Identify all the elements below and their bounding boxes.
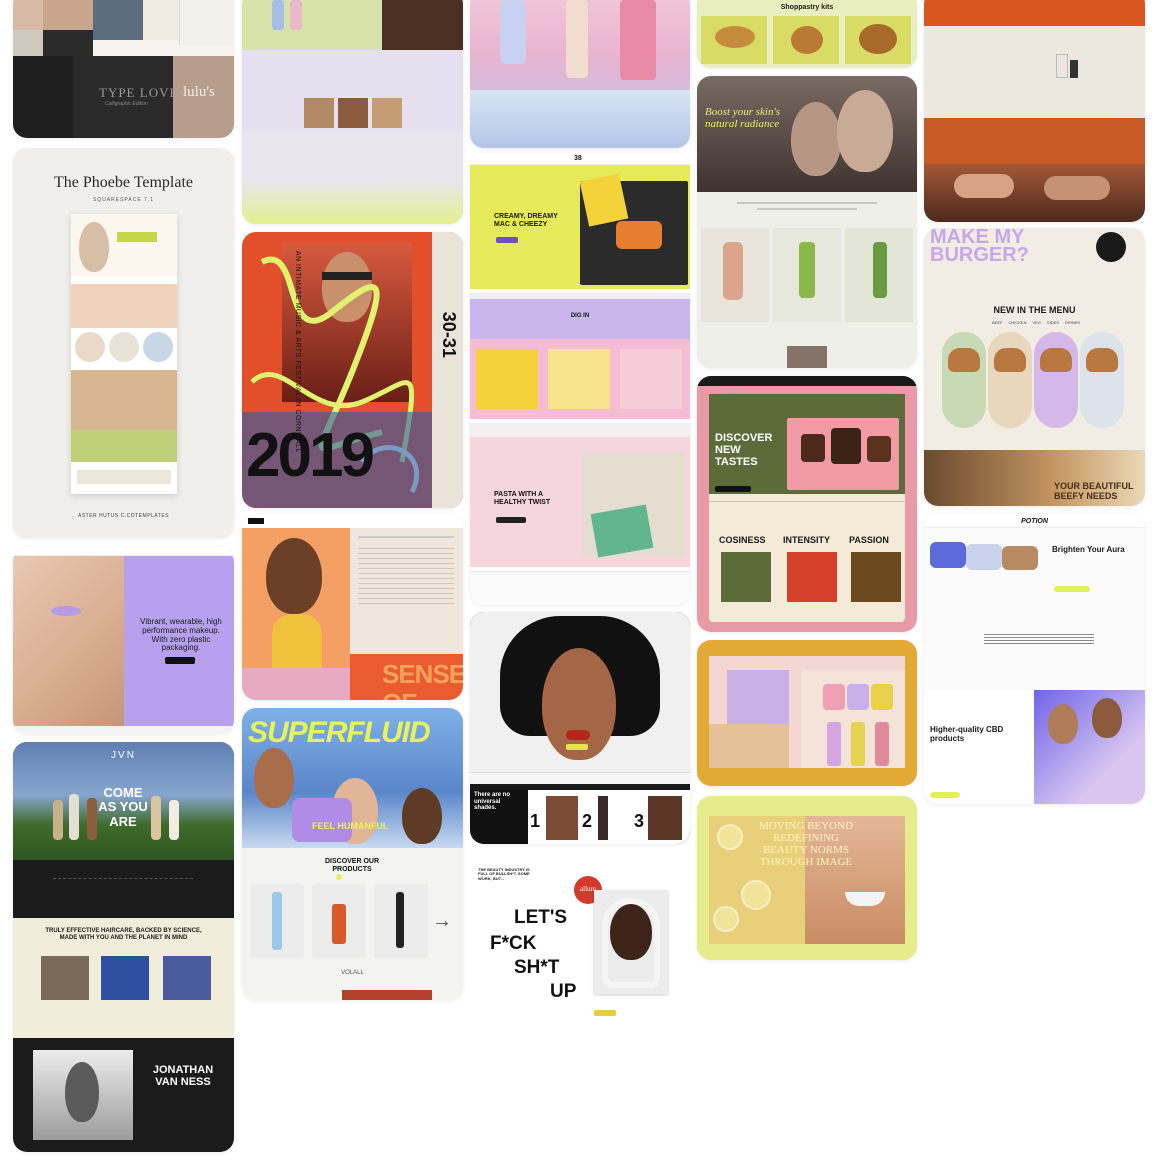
card-allure[interactable]: THE BEAUTY INDUSTRY IS FULL OF BULLSH*T.… [470, 850, 690, 1050]
festival-side-text: AN INTIMATE MUSIC & ARTS FESTIVAL IN COR… [293, 250, 301, 453]
card-portrait[interactable]: There are no universal shades. 1 2 3 [470, 612, 690, 844]
festival-big-number: 2019 [246, 421, 375, 490]
moodboard-grid: TYPE LOVE Calligraphic Edition lulu's Th… [0, 0, 1160, 1160]
pasta-band-title: DIG IN [570, 313, 590, 319]
allure-line-4: UP [550, 981, 577, 1002]
card-potion[interactable]: POTION Brighten Your Aura Higher-quality… [924, 514, 1145, 804]
card-discover[interactable]: DISCOVER NEW TASTES COSINESS INTENSITY P… [697, 376, 917, 632]
burger-tab-drinks[interactable]: DRINKS [1065, 320, 1080, 325]
discover-product-3: PASSION [849, 535, 889, 545]
card-swatches[interactable] [242, 0, 463, 224]
potion-hero-title: Brighten Your Aura [1052, 545, 1125, 554]
card-burger[interactable]: MAKE MY BURGER? NEW IN THE MENU BEEF CHI… [924, 228, 1145, 506]
skin-headline: Boost your skin's natural radiance [705, 106, 781, 131]
card-terracotta[interactable] [924, 0, 1145, 222]
discover-title: DISCOVER NEW TASTES [715, 432, 773, 469]
lulus-wordmark: lulu's [183, 84, 215, 100]
jvn-name: JONATHAN VAN NESS [152, 1064, 214, 1089]
festival-date: AUGUST 30-31 [439, 311, 463, 388]
card-phoebe-template[interactable]: The Phoebe Template SQUARESPACE 7.1 ASTE… [13, 148, 234, 538]
card-skin-radiance[interactable]: Boost your skin's natural radiance [697, 76, 917, 368]
pasta-cta-button[interactable] [496, 517, 526, 523]
allure-line-1: LET'S [514, 907, 568, 928]
burger-menu-title: NEW IN THE MENU [993, 305, 1076, 315]
jvn-logo: JVN [111, 750, 136, 761]
phoebe-footer: ASTER HUTUS C.COTEMPLATES [77, 513, 170, 519]
makeup-headline: Vibrant, wearable, high performance make… [140, 617, 222, 653]
superfluid-title: SUPERFLUID [248, 716, 431, 749]
discover-shop-button[interactable] [715, 486, 751, 492]
superfluid-footer: VOLALL [341, 970, 364, 976]
allure-cta-button[interactable] [594, 1010, 616, 1016]
card-lemon[interactable]: MOVING BEYOND REDEFINING BEAUTY NORMS TH… [697, 796, 917, 960]
pasta-section-title: PASTA WITH A HEALTHY TWIST [494, 491, 551, 506]
card-festival[interactable]: 2019 AUGUST 30-31 AN INTIMATE MUSIC & AR… [242, 232, 463, 508]
lemon-headline: MOVING BEYOND REDEFINING BEAUTY NORMS TH… [759, 820, 853, 869]
portrait-number-1: 1 [530, 811, 541, 831]
potion-shop-button[interactable] [1054, 586, 1090, 592]
burger-menu-tabs: BEEF CHICKEN VEG SIDES DRINKS [992, 320, 1080, 325]
discover-product-2: INTENSITY [783, 535, 831, 545]
pasta-hero-title: CREAMY, DREAMY MAC & CHEEZY [494, 213, 558, 228]
makeup-shop-button[interactable] [165, 657, 195, 664]
phoebe-title: The Phoebe Template [54, 174, 193, 191]
allure-line-3: SH*T [514, 957, 560, 978]
pasta-shop-button[interactable] [496, 237, 518, 243]
card-type-love[interactable]: TYPE LOVE Calligraphic Edition lulu's [13, 0, 234, 138]
burger-tab-veg[interactable]: VEG [1032, 320, 1040, 325]
type-love-subtitle: Calligraphic Edition [105, 101, 148, 107]
burger-tab-beef[interactable]: BEEF [992, 320, 1002, 325]
card-pastel-bottles[interactable] [470, 0, 690, 148]
portrait-number-3: 3 [634, 811, 645, 831]
burger-footer-text: YOUR BEAUTIFUL BEEFY NEEDS [1054, 481, 1134, 501]
burger-badge [1096, 232, 1126, 262]
card-sense-of[interactable]: SENSE OF [242, 514, 463, 700]
card-shop-pastry[interactable]: Shoppastry kits [697, 0, 917, 68]
card-pasta[interactable]: 38 CREAMY, DREAMY MAC & CHEEZY DIG IN PA… [470, 153, 690, 605]
superfluid-products-title: DISCOVER OUR PRODUCTS [324, 858, 380, 873]
portrait-shop-button[interactable] [566, 744, 588, 750]
jvn-hero-text: COME AS YOU ARE [98, 785, 148, 829]
potion-cbd-title: Higher-quality CBD products [930, 725, 1004, 743]
card-superfluid[interactable]: SUPERFLUID FEEL HUMANFUL DISCOVER OUR PR… [242, 708, 463, 1000]
discover-product-1: COSINESS [719, 535, 766, 545]
potion-logo: POTION [1021, 518, 1048, 525]
phoebe-mock-page [71, 214, 177, 494]
phoebe-subtitle: SQUARESPACE 7.1 [92, 197, 155, 203]
makeup-face-photo [13, 556, 124, 726]
superfluid-tagline: FEEL HUMANFUL [312, 821, 389, 831]
allure-line-2: F*CK [490, 933, 537, 954]
burger-headline: MAKE MY BURGER? [930, 228, 1029, 266]
superfluid-arrow-icon[interactable]: → [432, 910, 452, 932]
card-jvn[interactable]: JVN COME AS YOU ARE TRULY EFFECTIVE HAIR… [13, 742, 234, 1152]
potion-photo [1034, 690, 1145, 804]
sense-text: SENSE OF [382, 659, 463, 700]
potion-learn-button[interactable] [930, 792, 960, 798]
allure-intro: THE BEAUTY INDUSTRY IS FULL OF BULLSH*T.… [478, 867, 530, 881]
card-makeup[interactable]: Vibrant, wearable, high performance make… [13, 548, 234, 734]
burger-tab-chicken[interactable]: CHICKEN [1008, 320, 1026, 325]
portrait-shades-text: There are no universal shades. [474, 792, 511, 812]
jvn-mid-title: TRULY EFFECTIVE HAIRCARE, BACKED BY SCIE… [45, 928, 202, 941]
type-love-logo: TYPE LOVE [99, 85, 179, 100]
burger-tab-sides[interactable]: SIDES [1047, 320, 1059, 325]
shop-pastry-title: Shoppastry kits [780, 4, 834, 11]
card-palette[interactable] [697, 640, 917, 786]
pasta-logo: 38 [574, 155, 582, 162]
portrait-number-2: 2 [582, 811, 593, 831]
